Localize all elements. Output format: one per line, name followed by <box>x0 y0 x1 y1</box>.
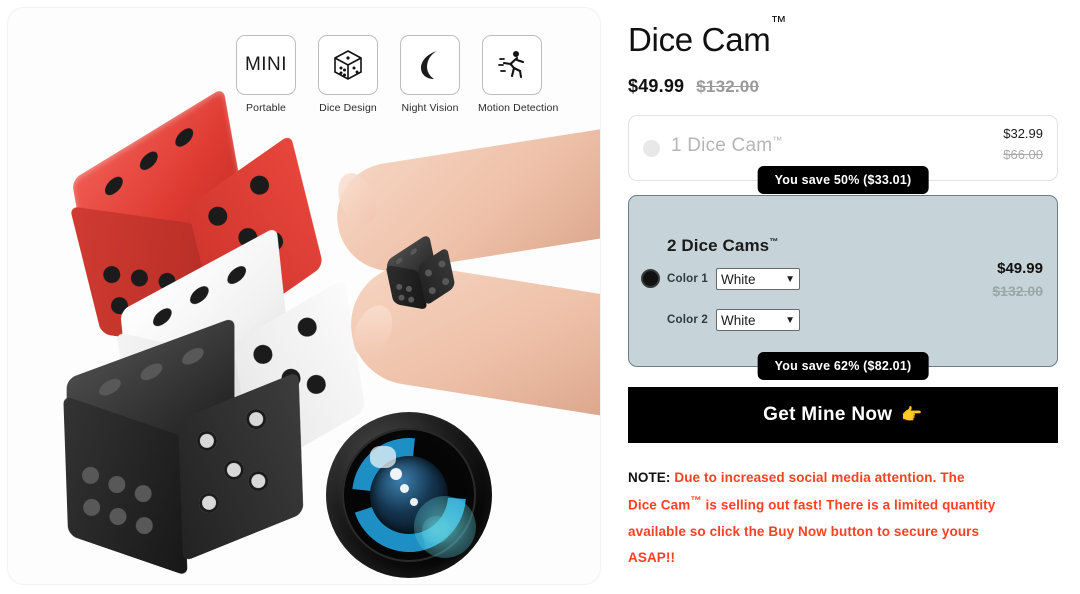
trademark-symbol: ™ <box>770 14 787 31</box>
color-2-select[interactable]: White ▼ <box>716 309 801 332</box>
current-price: $49.99 <box>628 76 685 97</box>
running-person-icon <box>482 35 542 95</box>
note-line-1: Due to increased social media attention.… <box>670 470 965 486</box>
option-1-current-price: $32.99 <box>1003 126 1043 142</box>
option-1-title: 1 Dice Cam <box>671 135 773 157</box>
radio-option-1[interactable] <box>643 140 660 158</box>
option-2-original-price: $132.00 <box>992 283 1043 300</box>
note-label: NOTE: <box>628 470 671 486</box>
note-line-2b: is selling out fast! There is a limited … <box>701 497 996 513</box>
moon-icon <box>400 35 460 95</box>
mini-dice-camera <box>378 233 456 318</box>
option-2-prices: $49.99 $132.00 <box>992 260 1043 299</box>
note-line-2a: Dice Cam <box>628 497 691 513</box>
option-2-title: 2 Dice Cams <box>667 236 770 256</box>
color-1-select[interactable]: White ▼ <box>716 268 801 291</box>
note-line-4: ASAP!! <box>628 549 676 565</box>
option-2-save-badge: You save 62% ($82.01) <box>757 352 929 381</box>
chevron-down-icon: ▼ <box>785 314 796 326</box>
mini-glyph: MINI <box>244 54 288 75</box>
option-1-tm: ™ <box>772 135 783 147</box>
black-dice-camera <box>46 317 305 584</box>
stock-note: NOTE: Due to increased social media atte… <box>628 465 1058 570</box>
feature-label-night-vision: Night Vision <box>401 102 459 114</box>
radio-option-2[interactable] <box>641 269 660 289</box>
product-title-text: Dice Cam <box>628 21 771 58</box>
color-2-row: Color 2 White ▼ <box>667 309 801 332</box>
color-2-label: Color 2 <box>667 314 709 327</box>
color-1-value: White <box>721 271 756 287</box>
option-1-save-badge: You save 50% ($33.01) <box>757 166 929 195</box>
original-price: $132.00 <box>696 77 760 97</box>
cta-label: Get Mine Now <box>763 404 893 426</box>
option-2-dice-cams[interactable]: 2 Dice Cams™ Color 1 White ▼ Color 2 Whi… <box>628 195 1058 381</box>
note-line-3: available so click the Buy Now button to… <box>628 523 980 539</box>
feature-badges: MINI Portable Dice Design Night Vision M… <box>232 35 559 114</box>
option-1-prices: $32.99 $66.00 <box>1003 126 1043 162</box>
feature-label-dice-design: Dice Design <box>319 102 377 114</box>
dice-icon <box>318 35 378 95</box>
option-2-current-price: $49.99 <box>997 260 1043 278</box>
color-1-label: Color 1 <box>667 273 709 286</box>
get-mine-now-button[interactable]: Get Mine Now 👉 <box>628 387 1058 444</box>
option-2-tm: ™ <box>769 236 779 247</box>
camera-lens-icon <box>326 412 492 578</box>
product-page: MINI Portable Dice Design Night Vision M… <box>0 0 1080 594</box>
feature-label-portable: Portable <box>246 102 286 114</box>
option-1-original-price: $66.00 <box>1003 147 1043 163</box>
mini-text-icon: MINI <box>236 35 296 95</box>
color-2-value: White <box>721 312 756 328</box>
feature-motion-detection: Motion Detection <box>478 35 559 114</box>
chevron-down-icon: ▼ <box>785 273 796 285</box>
feature-night-vision: Night Vision <box>396 35 464 114</box>
feature-portable: MINI Portable <box>232 35 300 114</box>
note-trademark: ™ <box>690 495 702 508</box>
pointing-hand-icon: 👉 <box>901 405 923 425</box>
option-1-label: 1 Dice Cam™ <box>671 135 782 157</box>
product-image[interactable]: MINI Portable Dice Design Night Vision M… <box>8 8 600 584</box>
product-details: Dice Cam™ $49.99 $132.00 1 Dice Cam™ $32… <box>612 0 1080 594</box>
product-gallery: MINI Portable Dice Design Night Vision M… <box>0 0 612 594</box>
feature-label-motion-detection: Motion Detection <box>478 102 559 114</box>
hand-holding-mini-dice-camera <box>326 125 600 428</box>
purchase-options: 1 Dice Cam™ $32.99 $66.00 You save 50% (… <box>628 115 1058 381</box>
option-2-label: 2 Dice Cams™ <box>667 236 778 256</box>
color-1-row: Color 1 White ▼ <box>667 268 801 291</box>
feature-dice-design: Dice Design <box>314 35 382 114</box>
price-summary: $49.99 $132.00 <box>628 76 1058 97</box>
option-1-dice-cam[interactable]: 1 Dice Cam™ $32.99 $66.00 You save 50% (… <box>628 115 1058 195</box>
page-title: Dice Cam™ <box>628 14 1058 58</box>
